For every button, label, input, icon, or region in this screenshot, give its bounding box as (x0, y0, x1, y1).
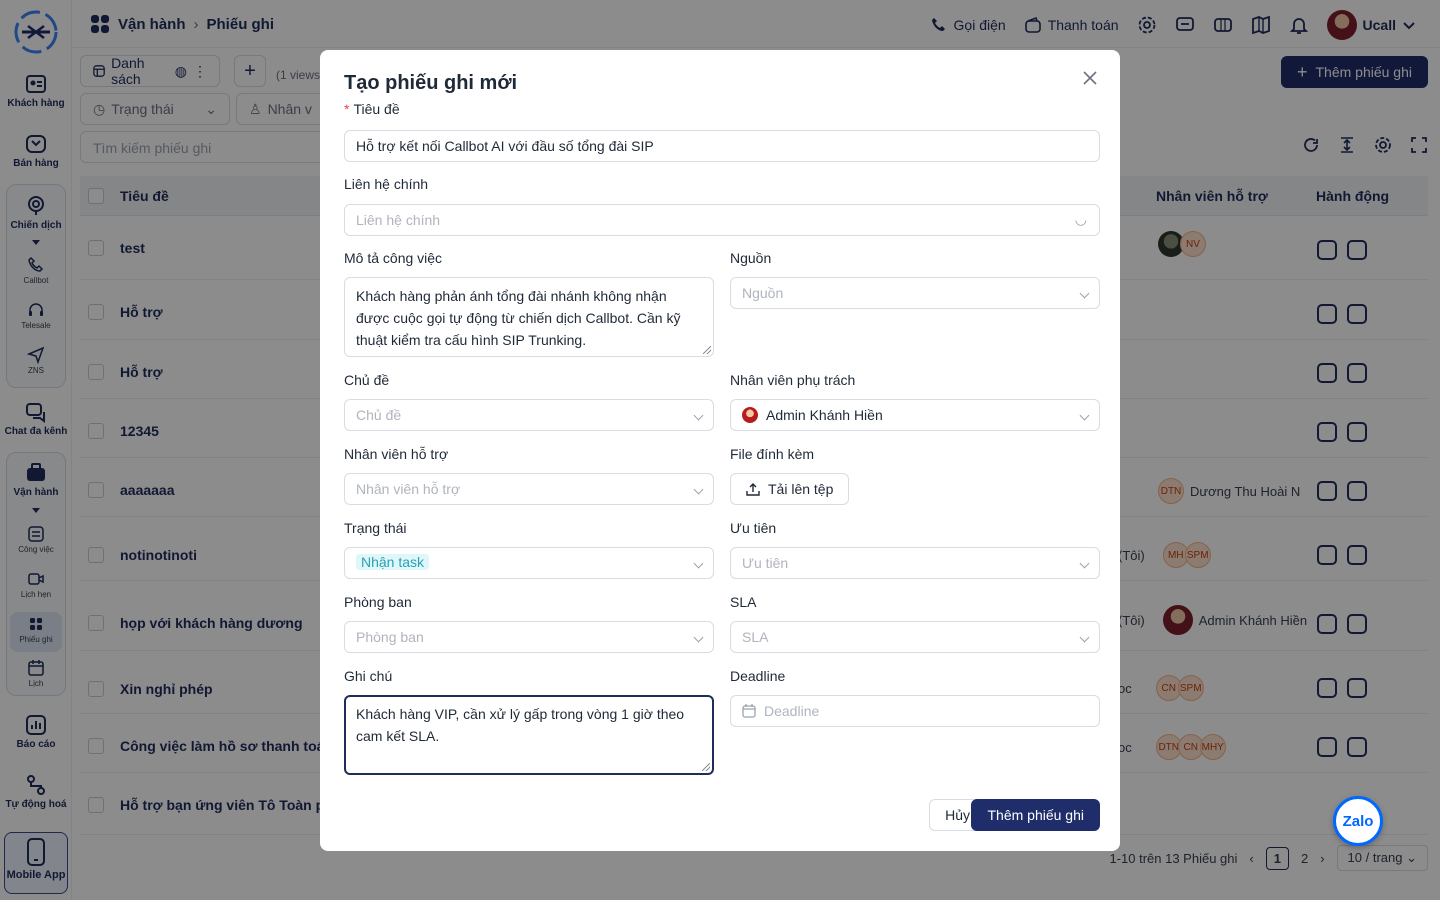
title-label: * Tiêu đề (344, 101, 400, 117)
support-staff-placeholder: Nhân viên hỗ trợ (356, 481, 461, 497)
owner-label: Nhân viên phụ trách (730, 372, 856, 388)
status-select[interactable]: Nhận task (344, 547, 714, 579)
upload-button[interactable]: Tải lên tệp (730, 473, 850, 505)
department-label: Phòng ban (344, 594, 412, 610)
note-value: Khách hàng VIP, cần xử lý gấp trong vòng… (356, 706, 685, 744)
deadline-label: Deadline (730, 668, 786, 684)
modal-title: Tạo phiếu ghi mới (344, 72, 518, 94)
contact-placeholder: Liên hệ chính (356, 212, 441, 228)
priority-select[interactable]: Ưu tiên (730, 547, 1100, 579)
chevron-down-icon (1079, 558, 1090, 569)
sla-select[interactable]: SLA (730, 621, 1100, 653)
chevron-down-icon (1079, 632, 1090, 643)
contact-label: Liên hệ chính (344, 176, 429, 192)
source-placeholder: Nguồn (742, 285, 784, 301)
attachment-label: File đính kèm (730, 446, 815, 462)
support-staff-label: Nhân viên hỗ trợ (344, 446, 449, 462)
chevron-down-icon (1079, 410, 1090, 421)
contact-select[interactable]: Liên hệ chính ◡ (344, 204, 1100, 236)
upload-icon (746, 483, 760, 496)
priority-placeholder: Ưu tiên (742, 555, 789, 571)
chevron-down-icon (693, 484, 704, 495)
department-placeholder: Phòng ban (356, 629, 424, 645)
deadline-placeholder: Deadline (764, 703, 820, 719)
status-label: Trạng thái (344, 520, 407, 536)
title-input[interactable]: Hỗ trợ kết nối Callbot AI với đầu số tổn… (344, 130, 1100, 162)
chevron-down-icon (693, 558, 704, 569)
deadline-picker[interactable]: Deadline (730, 695, 1100, 727)
upload-label: Tải lên tệp (768, 481, 834, 497)
calendar-icon (742, 704, 756, 718)
create-ticket-modal: Tạo phiếu ghi mới * Tiêu đề Hỗ trợ kết nố… (320, 50, 1120, 851)
zalo-label: Zalo (1342, 812, 1374, 830)
priority-label: Ưu tiên (730, 520, 777, 536)
required-mark: * (344, 101, 350, 117)
status-tag: Nhận task (356, 554, 430, 570)
support-staff-select[interactable]: Nhân viên hỗ trợ (344, 473, 714, 505)
note-textarea[interactable]: Khách hàng VIP, cần xử lý gấp trong vòng… (344, 695, 714, 775)
resize-handle-icon[interactable] (703, 346, 711, 354)
topic-select[interactable]: Chủ đề (344, 399, 714, 431)
source-select[interactable]: Nguồn (730, 277, 1100, 309)
sla-label: SLA (730, 594, 757, 610)
loading-icon: ◡ (1074, 211, 1087, 227)
owner-value: Admin Khánh Hiền (766, 407, 883, 423)
description-value: Khách hàng phản ánh tổng đài nhánh không… (356, 288, 681, 348)
description-label: Mô tả công việc (344, 250, 443, 266)
sla-placeholder: SLA (742, 629, 769, 645)
chevron-down-icon (693, 632, 704, 643)
submit-button[interactable]: Thêm phiếu ghi (971, 799, 1100, 831)
chevron-down-icon (693, 410, 704, 421)
close-icon[interactable] (1082, 70, 1098, 86)
zalo-chat-button[interactable]: Zalo (1333, 796, 1383, 846)
title-label-text: Tiêu đề (353, 101, 400, 117)
source-label: Nguồn (730, 250, 772, 266)
chevron-down-icon (1079, 288, 1090, 299)
owner-select[interactable]: Admin Khánh Hiền (730, 399, 1100, 431)
topic-label: Chủ đề (344, 372, 390, 388)
department-select[interactable]: Phòng ban (344, 621, 714, 653)
description-textarea[interactable]: Khách hàng phản ánh tổng đài nhánh không… (344, 277, 714, 357)
resize-handle-icon[interactable] (702, 763, 710, 771)
avatar (742, 407, 758, 423)
note-label: Ghi chú (344, 668, 393, 684)
topic-placeholder: Chủ đề (356, 407, 402, 423)
